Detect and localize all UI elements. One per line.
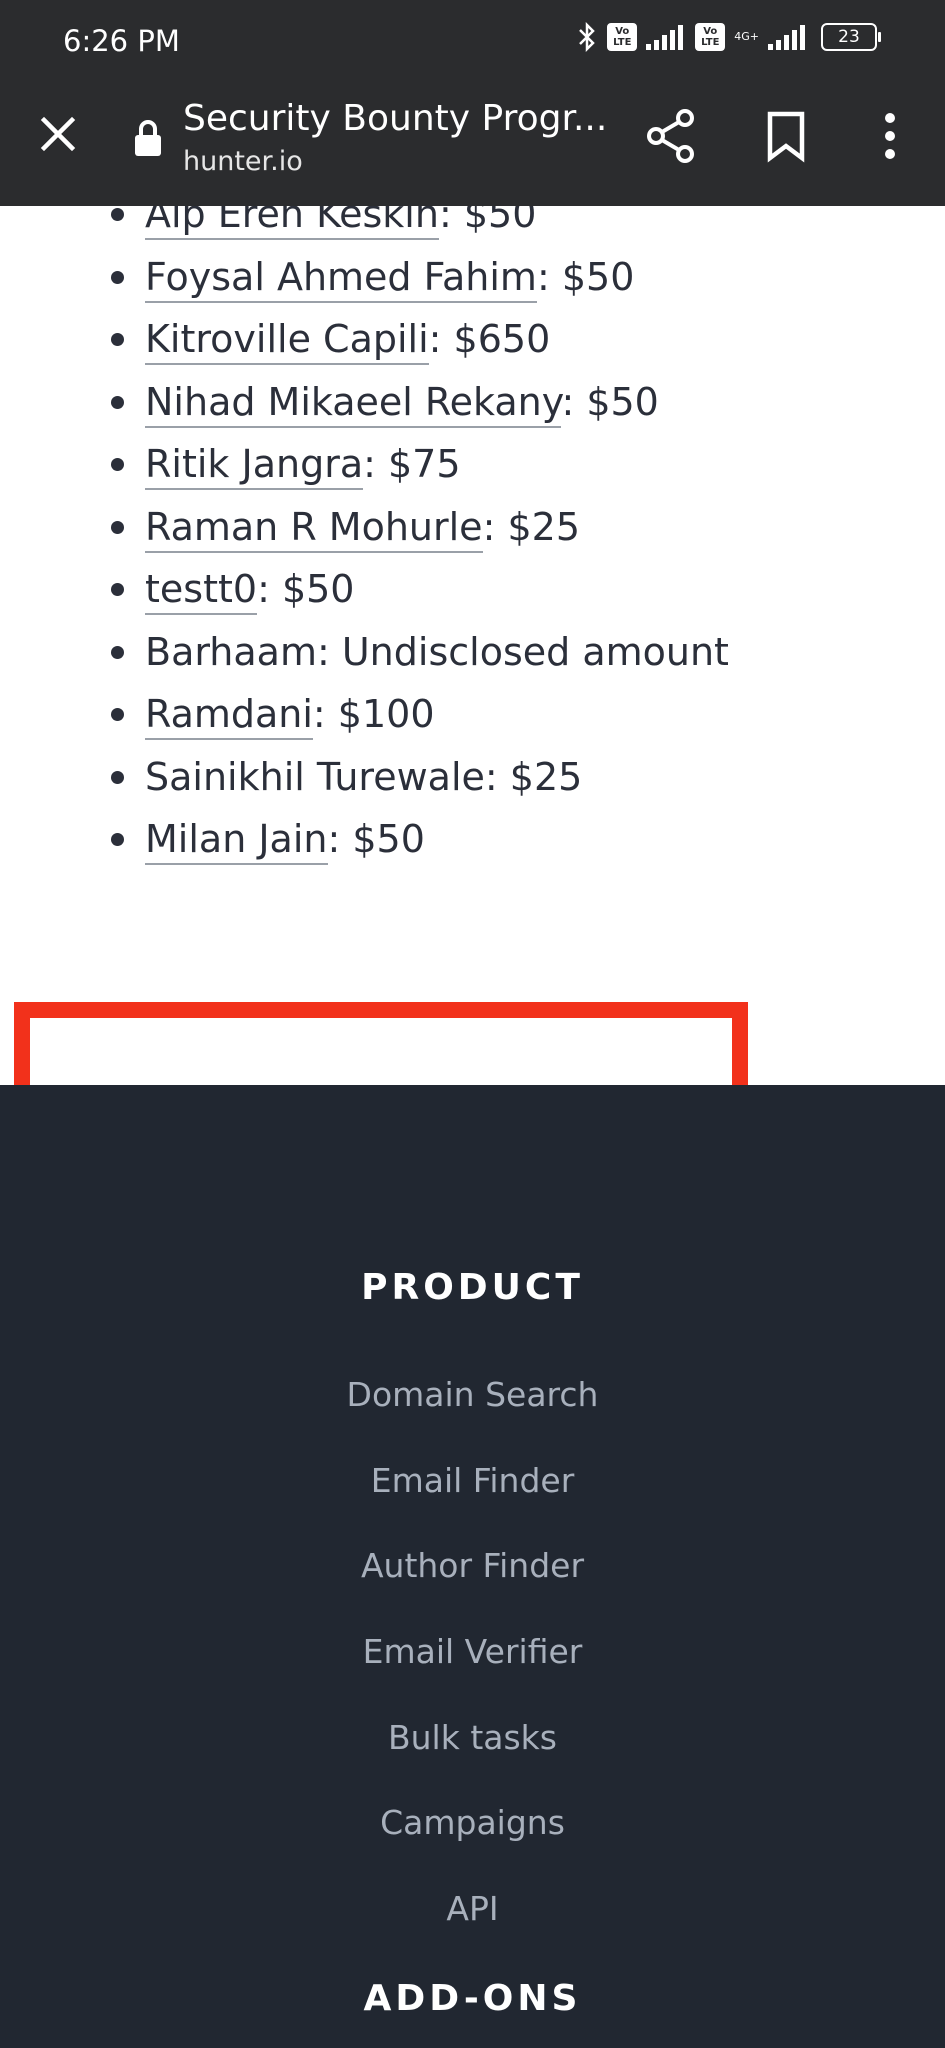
volte-badge-1: Vo LTE xyxy=(607,23,638,51)
bounty-list-item: Barhaam: Undisclosed amount xyxy=(0,621,945,684)
signal-icon-1 xyxy=(646,25,684,50)
researcher-link[interactable]: Ritik Jangra xyxy=(145,442,364,490)
status-bar: 6:26 PM Vo LTE Vo LTE 4G+ 23 xyxy=(0,0,945,82)
footer-link-campaigns[interactable]: Campaigns xyxy=(0,1803,945,1842)
bounty-amount: : $50 xyxy=(438,206,537,236)
bounty-amount: : $50 xyxy=(327,817,425,861)
page-domain[interactable]: hunter.io xyxy=(183,146,303,177)
researcher-name: Barhaam xyxy=(145,629,317,674)
researcher-link[interactable]: Raman R Mohurle xyxy=(145,504,483,553)
volte-badge-2: Vo LTE xyxy=(695,23,726,51)
bullet-icon xyxy=(111,583,124,596)
site-footer: PRODUCT Domain Search Email Finder Autho… xyxy=(0,1085,945,2048)
bounty-amount: : $50 xyxy=(257,567,355,611)
bullet-icon xyxy=(111,458,124,471)
bounty-list-item: Alp Eren Keskin: $50 xyxy=(0,206,945,246)
bounty-list-item: Raman R Mohurle: $25 xyxy=(0,496,945,559)
bounty-list-item: Ritik Jangra: $75 xyxy=(0,433,945,496)
bounty-amount: : $75 xyxy=(363,442,461,486)
bullet-icon xyxy=(111,520,124,534)
page-content: Alp Eren Keskin: $50 Foysal Ahmed Fahim: … xyxy=(0,206,945,1085)
bluetooth-icon xyxy=(579,22,596,52)
signal-icon-2 xyxy=(768,25,805,50)
bounty-list-item: Ramdani: $100 xyxy=(0,683,945,746)
bullet-icon xyxy=(111,708,124,721)
researcher-link[interactable]: Milan Jain xyxy=(145,817,328,865)
footer-link-api[interactable]: API xyxy=(0,1889,945,1928)
researcher-link[interactable]: Alp Eren Keskin xyxy=(145,206,439,240)
bounty-amount: : $100 xyxy=(312,692,435,736)
bounty-amount: : $650 xyxy=(428,317,551,361)
close-icon[interactable] xyxy=(36,112,80,156)
bullet-icon xyxy=(111,333,124,346)
bullet-icon xyxy=(111,645,124,659)
bounty-list-item: Kitroville Capili: $650 xyxy=(0,308,945,371)
bullet-icon xyxy=(111,770,124,784)
researcher-link[interactable]: testt0 xyxy=(145,567,258,615)
footer-link-bulk-tasks[interactable]: Bulk tasks xyxy=(0,1718,945,1757)
status-icons: Vo LTE Vo LTE 4G+ 23 xyxy=(576,22,881,52)
bounty-amount: : Undisclosed amount xyxy=(316,629,729,674)
bounty-list-item: testt0: $50 xyxy=(0,558,945,621)
researcher-link[interactable]: Foysal Ahmed Fahim xyxy=(145,254,537,303)
bounty-amount: : $50 xyxy=(536,254,635,299)
researcher-link[interactable]: Ramdani xyxy=(145,692,313,740)
researcher-link[interactable]: Kitroville Capili xyxy=(145,317,429,365)
bullet-icon xyxy=(111,833,124,846)
footer-link-author-finder[interactable]: Author Finder xyxy=(0,1546,945,1585)
battery-icon: 23 xyxy=(821,23,881,51)
bounty-amount: : $25 xyxy=(484,754,583,799)
bounty-amount: : $50 xyxy=(561,379,659,424)
product-heading: PRODUCT xyxy=(361,1267,584,1308)
bullet-icon xyxy=(111,270,124,284)
status-time: 6:26 PM xyxy=(63,24,180,58)
more-options-icon[interactable] xyxy=(870,110,910,162)
network-type: 4G+ xyxy=(734,30,759,43)
bounty-amount: : $25 xyxy=(482,504,580,549)
page-title[interactable]: Security Bounty Progr... xyxy=(183,98,607,139)
highlight-annotation xyxy=(14,1002,748,1085)
researcher-name: Sainikhil Turewale xyxy=(145,754,485,799)
bounty-list-item: Milan Jain: $50 xyxy=(0,808,945,871)
bullet-icon xyxy=(111,208,124,221)
bookmark-icon[interactable] xyxy=(764,108,808,164)
bounty-list-item: Sainikhil Turewale: $25 xyxy=(0,746,945,809)
lock-icon[interactable] xyxy=(132,118,164,158)
browser-toolbar: Security Bounty Progr... hunter.io xyxy=(0,82,945,206)
bounty-list-item: Foysal Ahmed Fahim: $50 xyxy=(0,246,945,309)
footer-link-email-finder[interactable]: Email Finder xyxy=(0,1461,945,1500)
researcher-link[interactable]: Nihad Mikaeel Rekany xyxy=(145,379,562,428)
footer-link-domain-search[interactable]: Domain Search xyxy=(0,1375,945,1414)
addons-heading: ADD-ONS xyxy=(363,1978,582,2019)
bounty-list-item: Nihad Mikaeel Rekany: $50 xyxy=(0,371,945,434)
bounty-list: Alp Eren Keskin: $50 Foysal Ahmed Fahim: … xyxy=(0,206,945,871)
bullet-icon xyxy=(111,395,124,409)
share-icon[interactable] xyxy=(645,108,697,164)
footer-link-email-verifier[interactable]: Email Verifier xyxy=(0,1632,945,1671)
